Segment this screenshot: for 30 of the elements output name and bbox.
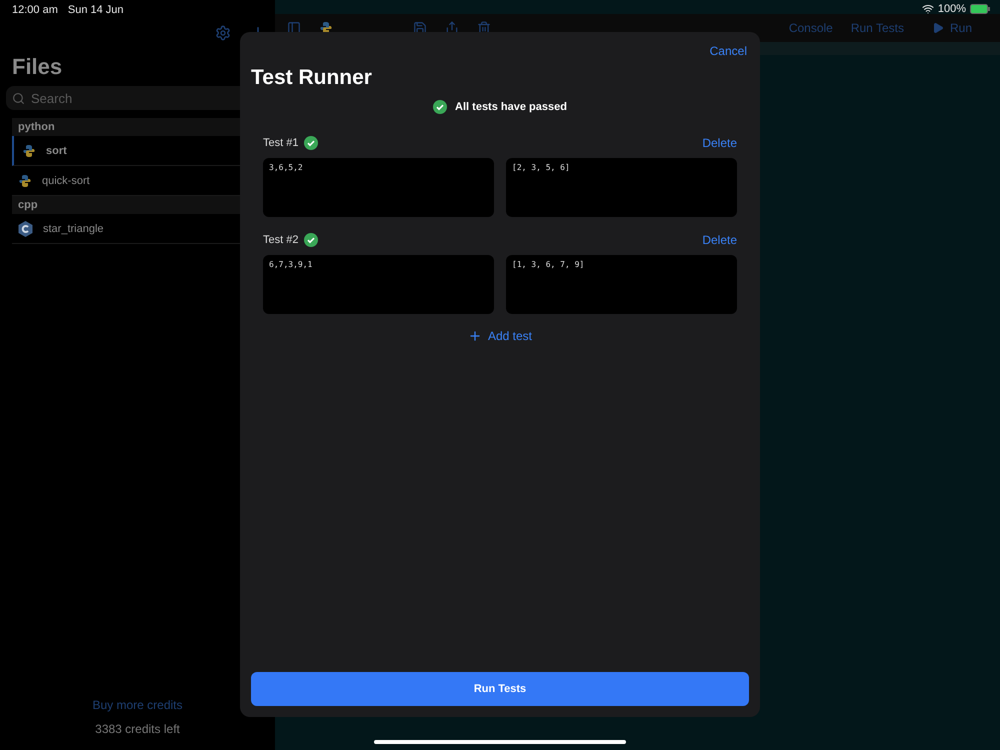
trash-icon[interactable] — [477, 21, 491, 35]
search-icon — [12, 92, 25, 104]
delete-button[interactable]: Delete — [702, 233, 737, 247]
file-name: quick-sort — [42, 174, 90, 186]
panel-icon[interactable] — [287, 21, 301, 35]
cpp-logo-icon — [18, 220, 33, 236]
file-name: sort — [46, 144, 67, 156]
python-logo-icon — [22, 144, 36, 158]
plus-icon — [468, 329, 482, 343]
check-icon — [433, 100, 448, 114]
sidebar-title: Files — [11, 53, 64, 81]
input-field[interactable]: 6,7,3,9,1 — [263, 255, 494, 314]
play-icon — [932, 22, 944, 34]
battery-percent: 100% — [938, 3, 966, 15]
battery-icon — [970, 4, 990, 14]
file-name: star_triangle — [43, 222, 104, 234]
output-field[interactable]: [1, 3, 6, 7, 9] — [506, 255, 737, 314]
add-test-button[interactable]: Add test — [462, 328, 538, 344]
input-field[interactable]: 3,6,5,2 — [263, 158, 494, 217]
summary-text: All tests have passed — [455, 101, 567, 113]
delete-button[interactable]: Delete — [702, 136, 737, 150]
status-date: Sun 14 Jun — [68, 4, 124, 16]
run-tests-button[interactable]: Run Tests — [251, 672, 749, 706]
save-icon[interactable] — [413, 21, 427, 35]
python-logo-icon — [18, 174, 32, 188]
status-time: 12:00 am — [12, 4, 58, 16]
credits-count: 3383 credits left — [95, 722, 180, 736]
output-field[interactable]: [2, 3, 5, 6] — [506, 158, 737, 217]
cancel-button[interactable]: Cancel — [708, 42, 749, 60]
settings-icon[interactable] — [215, 25, 231, 41]
